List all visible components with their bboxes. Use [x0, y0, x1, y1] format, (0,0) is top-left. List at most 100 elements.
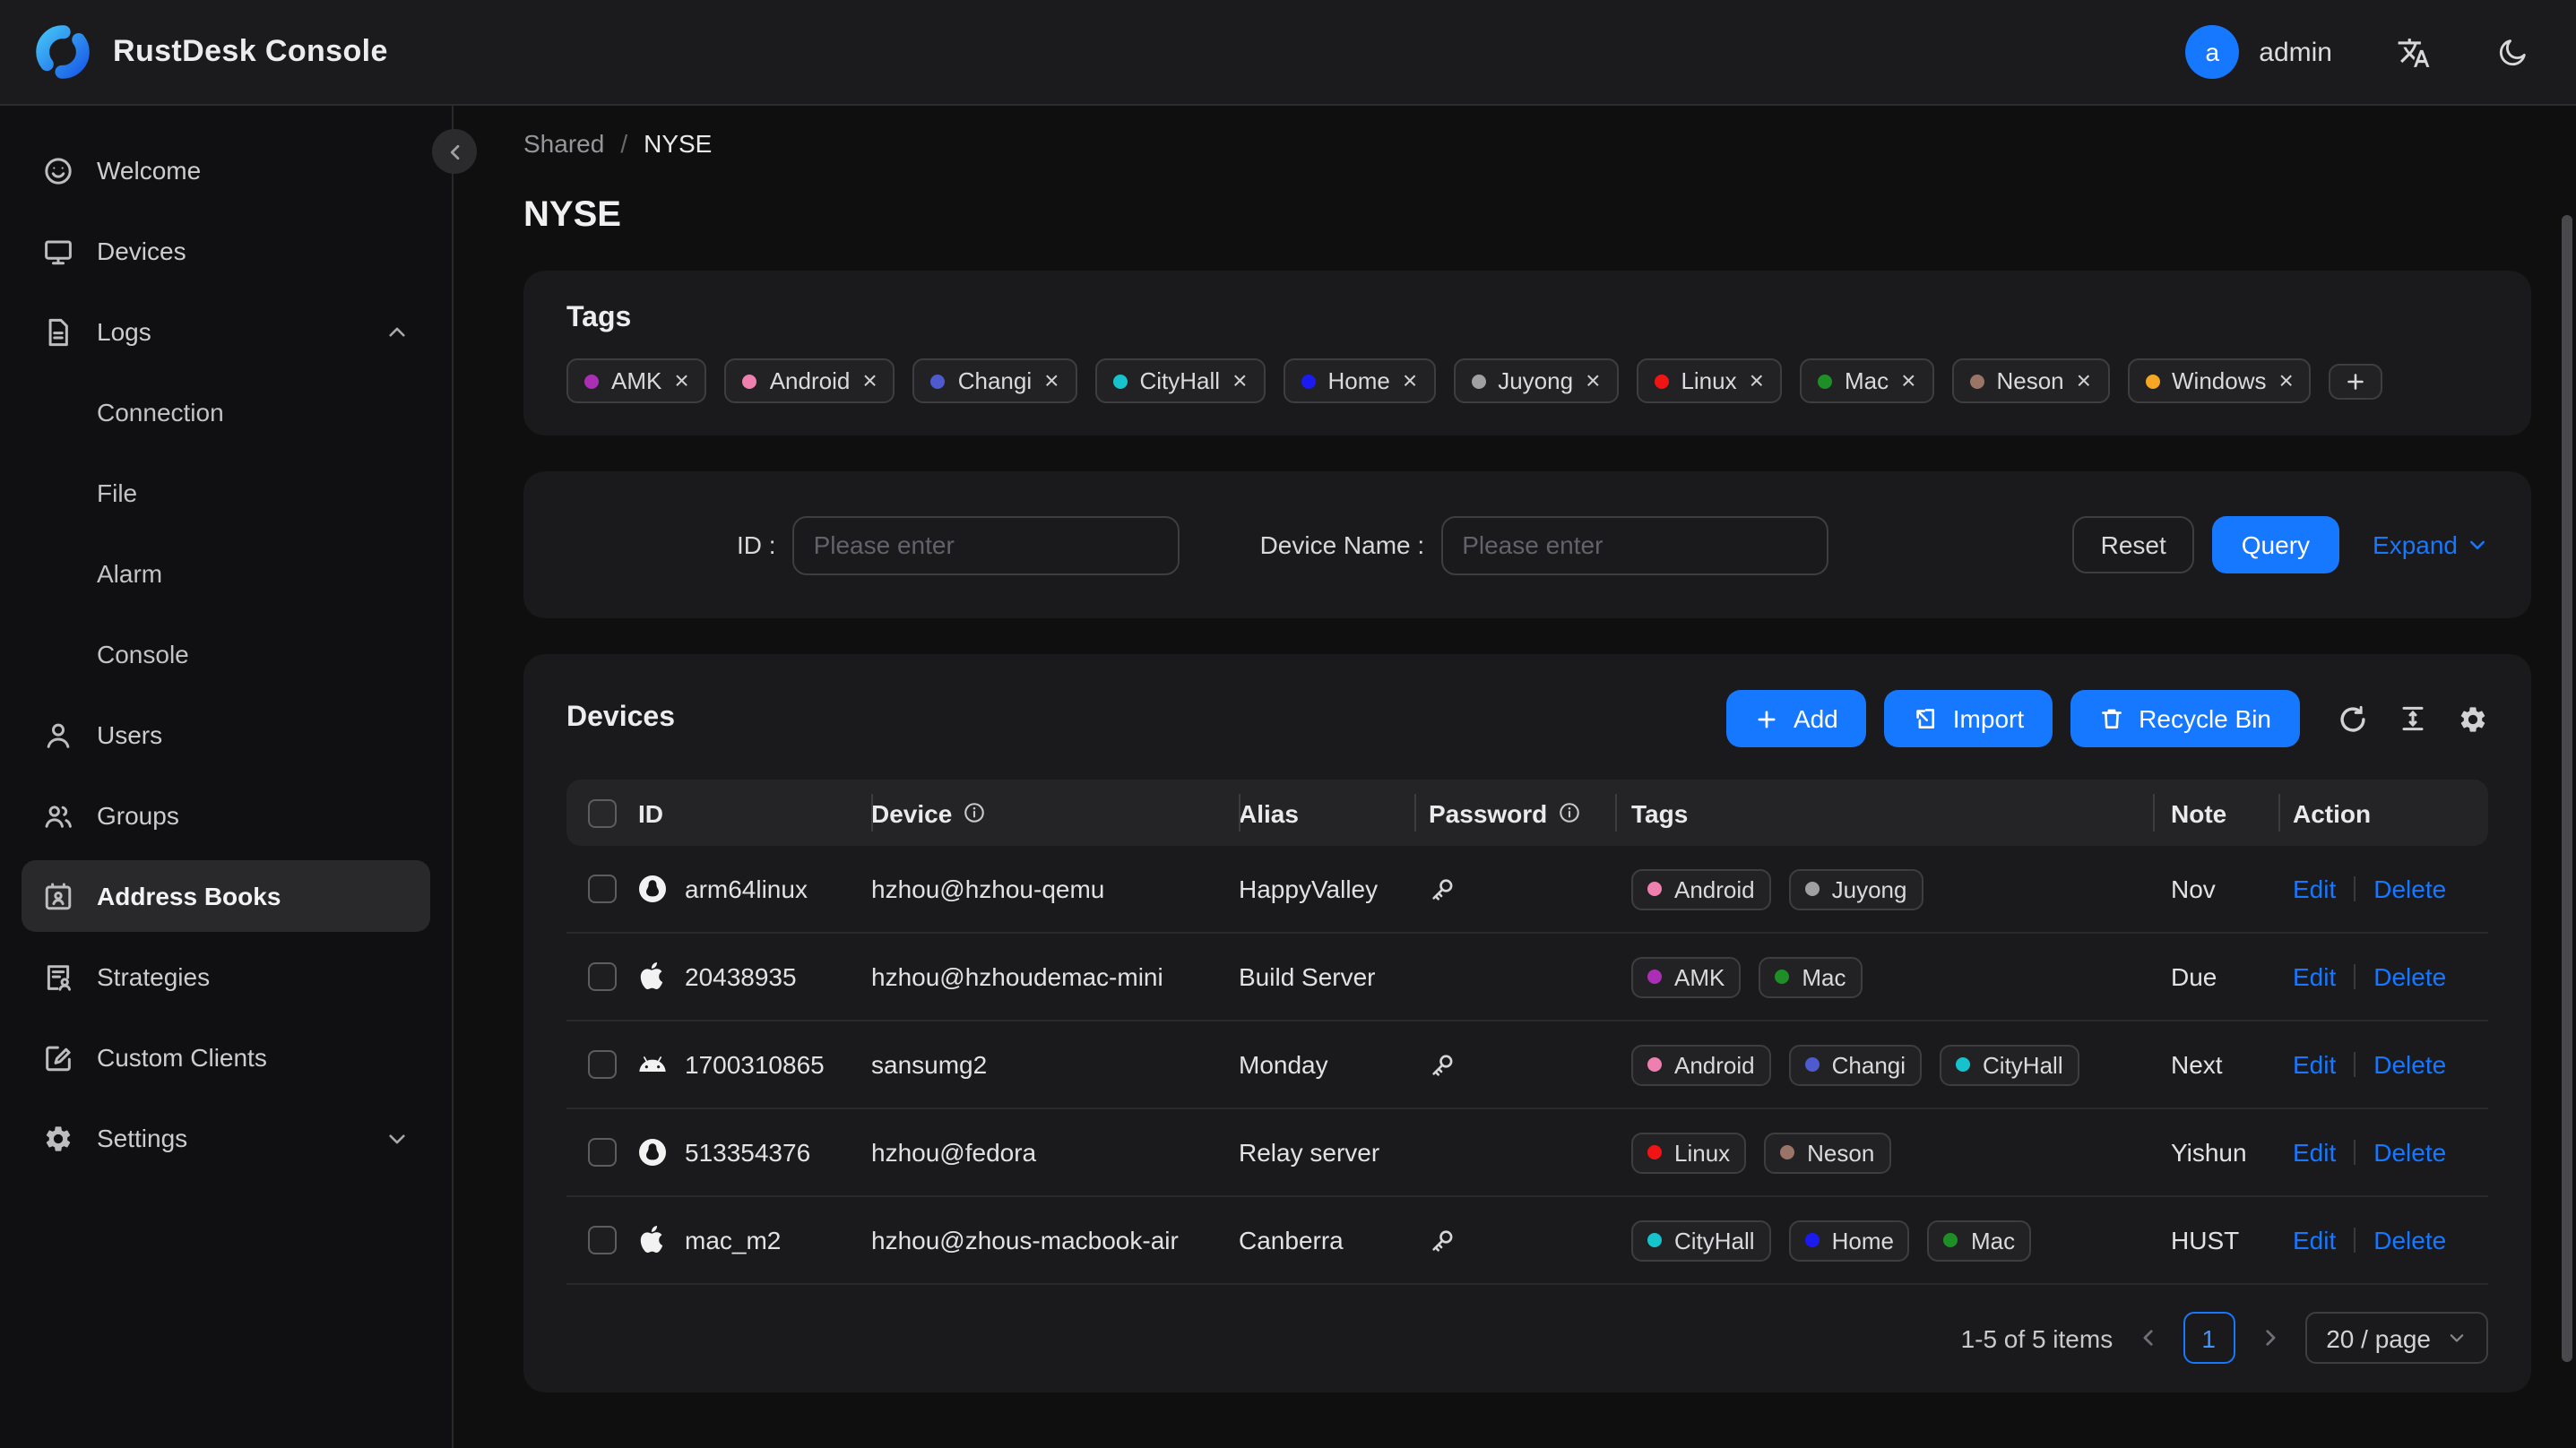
password-cell[interactable] [1414, 875, 1615, 902]
app-window: RustDesk Console a admin Welcome Devices [0, 0, 2576, 1448]
tag-chip: Juyong [1788, 868, 1923, 909]
sidebar-item-console[interactable]: Console [22, 618, 430, 690]
page-size-value: 20 / page [2326, 1323, 2431, 1352]
tag-chip: Mac [1927, 1220, 2032, 1261]
close-icon[interactable]: × [1901, 367, 1915, 392]
tag-color-dot [930, 374, 946, 388]
delete-link[interactable]: Delete [2373, 1050, 2446, 1079]
sidebar-item-label: Welcome [97, 156, 202, 185]
apple-os-icon [638, 1226, 667, 1254]
row-checkbox[interactable] [588, 962, 617, 991]
table-row: 1700310865 sansumg2 Monday Android Changi Cit… [566, 1021, 2488, 1109]
import-button[interactable]: Import [1884, 690, 2053, 747]
table-settings-icon[interactable] [2458, 703, 2488, 734]
tag-color-dot [584, 374, 599, 388]
password-key-icon [1432, 1054, 1453, 1075]
query-button[interactable]: Query [2212, 516, 2339, 573]
row-tags-cell: Linux Neson [1615, 1132, 2153, 1173]
table-body: arm64linux hzhou@hzhou-qemu HappyValley And… [566, 846, 2488, 1285]
document-icon [43, 316, 73, 347]
id-filter-input[interactable] [791, 515, 1180, 574]
row-checkbox[interactable] [588, 1138, 617, 1167]
alias-cell: Canberra [1239, 1226, 1344, 1254]
close-icon[interactable]: × [1750, 367, 1764, 392]
sidebar-item-devices[interactable]: Devices [22, 215, 430, 287]
close-icon[interactable]: × [2077, 367, 2091, 392]
device-name-cell: hzhou@zhous-macbook-air [871, 1226, 1179, 1254]
reset-button[interactable]: Reset [2071, 516, 2195, 573]
tag-chip: CityHall [1631, 1220, 1771, 1261]
row-tags-cell: Android Changi CityHall [1615, 1044, 2153, 1085]
filter-card: ID : Device Name : Reset Query Expand [523, 471, 2531, 618]
dark-mode-icon[interactable] [2495, 35, 2529, 69]
sidebar-item-custom-clients[interactable]: Custom Clients [22, 1021, 430, 1093]
sidebar-item-label: Alarm [97, 559, 163, 588]
tag-color-dot [742, 374, 757, 388]
add-tag-button[interactable] [2329, 363, 2383, 399]
sidebar-item-welcome[interactable]: Welcome [22, 134, 430, 206]
breadcrumb-parent[interactable]: Shared [523, 129, 604, 158]
sidebar-item-alarm[interactable]: Alarm [22, 538, 430, 609]
sidebar-item-users[interactable]: Users [22, 699, 430, 771]
alias-cell: Monday [1239, 1050, 1328, 1079]
sidebar-item-connection[interactable]: Connection [22, 376, 430, 448]
sidebar-item-settings[interactable]: Settings [22, 1102, 430, 1174]
close-icon[interactable]: × [862, 367, 877, 392]
device-id: 513354376 [685, 1138, 811, 1167]
close-icon[interactable]: × [1044, 367, 1059, 392]
column-header-password: Password [1414, 780, 1615, 846]
refresh-icon[interactable] [2338, 703, 2368, 734]
edit-link[interactable]: Edit [2293, 962, 2336, 991]
row-checkbox[interactable] [588, 1050, 617, 1079]
row-checkbox[interactable] [588, 1226, 617, 1254]
sidebar-item-logs[interactable]: Logs [22, 296, 430, 367]
sidebar-item-strategies[interactable]: Strategies [22, 941, 430, 1013]
recycle-bin-button[interactable]: Recycle Bin [2070, 690, 2300, 747]
sidebar-item-file[interactable]: File [22, 457, 430, 529]
user-menu[interactable]: a admin [2185, 25, 2332, 79]
edit-link[interactable]: Edit [2293, 1138, 2336, 1167]
edit-link[interactable]: Edit [2293, 1050, 2336, 1079]
tag-label: Mac [1844, 367, 1889, 394]
device-id-cell: mac_m2 [638, 1226, 871, 1254]
sidebar-item-groups[interactable]: Groups [22, 780, 430, 851]
tag-color-dot [2145, 374, 2159, 388]
expand-link[interactable]: Expand [2373, 530, 2488, 559]
page-number-button[interactable]: 1 [2183, 1312, 2235, 1364]
sidebar-item-address-books[interactable]: Address Books [22, 860, 430, 932]
close-icon[interactable]: × [1586, 367, 1600, 392]
sidebar-item-label: Settings [97, 1124, 188, 1152]
chevron-down-icon [385, 1126, 409, 1150]
note-cell: Nov [2171, 875, 2216, 903]
page-size-select[interactable]: 20 / page [2304, 1312, 2488, 1364]
tag-label: Juyong [1498, 367, 1574, 394]
edit-link[interactable]: Edit [2293, 1226, 2336, 1254]
edit-link[interactable]: Edit [2293, 875, 2336, 903]
next-page-button[interactable] [2258, 1326, 2281, 1349]
close-icon[interactable]: × [2279, 367, 2294, 392]
delete-link[interactable]: Delete [2373, 875, 2446, 903]
tag-chip: Home × [1283, 358, 1436, 403]
info-icon[interactable] [963, 801, 986, 824]
previous-page-button[interactable] [2136, 1326, 2159, 1349]
add-button[interactable]: Add [1726, 690, 1867, 747]
device-name-filter-input[interactable] [1440, 515, 1828, 574]
close-icon[interactable]: × [1403, 367, 1417, 392]
delete-link[interactable]: Delete [2373, 1226, 2446, 1254]
close-icon[interactable]: × [1232, 367, 1247, 392]
row-checkbox[interactable] [588, 875, 617, 903]
device-id-cell: arm64linux [638, 875, 871, 903]
language-icon[interactable] [2397, 35, 2431, 69]
password-cell[interactable] [1414, 1051, 1615, 1078]
info-icon[interactable] [1558, 801, 1581, 824]
scrollbar-thumb[interactable] [2562, 215, 2572, 1362]
tag-color-dot [1112, 374, 1128, 388]
sidebar-collapse-button[interactable] [432, 129, 477, 174]
password-cell[interactable] [1414, 1227, 1615, 1254]
close-icon[interactable]: × [674, 367, 688, 392]
delete-link[interactable]: Delete [2373, 962, 2446, 991]
delete-link[interactable]: Delete [2373, 1138, 2446, 1167]
row-height-icon[interactable] [2399, 704, 2427, 733]
select-all-checkbox[interactable] [588, 798, 617, 827]
chevron-left-icon [2142, 1330, 2152, 1346]
